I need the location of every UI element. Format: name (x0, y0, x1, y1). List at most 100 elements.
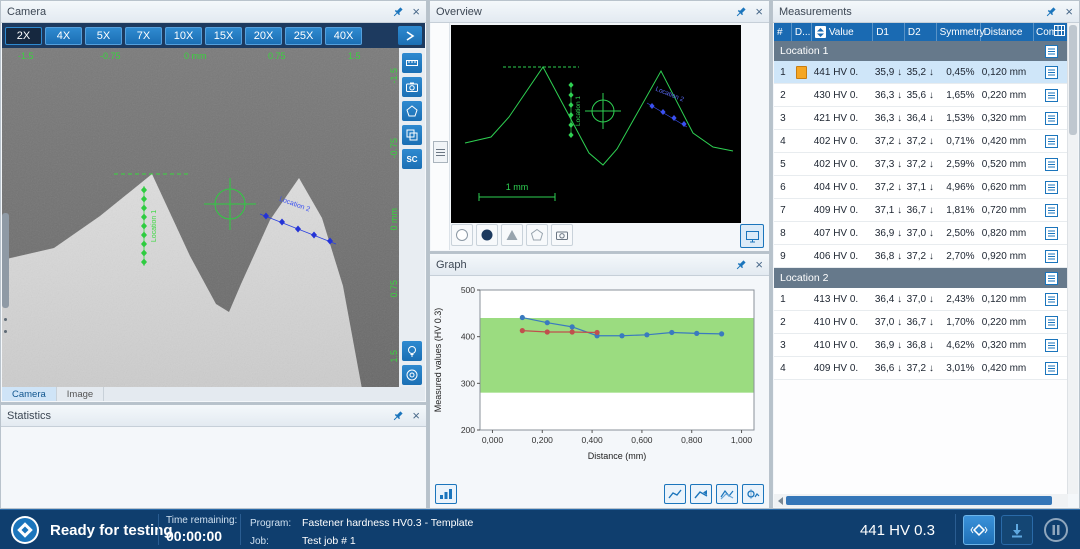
comment-button[interactable] (1034, 112, 1068, 125)
close-icon[interactable]: × (755, 5, 763, 18)
magnification-next-button[interactable] (398, 26, 422, 45)
row-number: 5 (774, 159, 792, 170)
overview-map[interactable]: Location 1 Location 2 1 mm (451, 25, 741, 223)
circle-filled-icon[interactable] (476, 224, 498, 246)
magnification-7x-button[interactable]: 7X (125, 27, 162, 45)
triangle-icon[interactable] (501, 224, 523, 246)
close-icon[interactable]: × (412, 5, 420, 18)
sc-button[interactable]: SC (402, 149, 422, 169)
comment-button[interactable] (1034, 250, 1068, 263)
close-icon[interactable]: × (1065, 5, 1073, 18)
measurement-row[interactable]: 5402 HV 0.37,3 ↓37,2 ↓2,59%0,520 mm (774, 153, 1068, 176)
polygon-icon[interactable] (526, 224, 548, 246)
splitter-handle[interactable] (2, 213, 9, 308)
measurement-row[interactable]: 4402 HV 0.37,2 ↓37,2 ↓0,71%0,420 mm (774, 130, 1068, 153)
pin-icon[interactable] (392, 410, 404, 422)
group-comment-button[interactable] (1034, 272, 1068, 285)
column-d1[interactable]: D1 (873, 23, 905, 41)
measurement-row[interactable]: 9406 HV 0.36,8 ↓37,2 ↓2,70%0,920 mm (774, 245, 1068, 268)
measurement-row[interactable]: 6404 HV 0.37,2 ↓37,1 ↓4,96%0,620 mm (774, 176, 1068, 199)
overview-expander-handle[interactable] (433, 141, 448, 163)
measurement-row[interactable]: 4409 HV 0.36,6 ↓37,2 ↓3,01%0,420 mm (774, 357, 1068, 380)
comment-button[interactable] (1034, 89, 1068, 102)
comment-button[interactable] (1034, 362, 1068, 375)
pin-icon[interactable] (735, 259, 747, 271)
scrollbar-thumb[interactable] (1069, 25, 1077, 135)
line-chart-icon[interactable] (664, 484, 686, 504)
magnification-20x-button[interactable]: 20X (245, 27, 282, 45)
measurement-row[interactable]: 2430 HV 0.36,3 ↓35,6 ↓1,65%0,220 mm (774, 84, 1068, 107)
current-result: 441 HV 0.3 (845, 522, 950, 539)
export-button[interactable] (1001, 515, 1033, 545)
column-chooser-icon[interactable] (1054, 25, 1065, 39)
measurement-row[interactable]: 2410 HV 0.37,0 ↓36,7 ↓1,70%0,220 mm (774, 311, 1068, 334)
tab-camera[interactable]: Camera (2, 387, 57, 401)
column-comment[interactable]: Comme. (1034, 23, 1068, 41)
column-d[interactable]: D... (792, 23, 812, 41)
magnification-4x-button[interactable]: 4X (45, 27, 82, 45)
comment-button[interactable] (1034, 181, 1068, 194)
hardness-value: 409 HV 0. (812, 363, 874, 374)
comment-button[interactable] (1034, 66, 1068, 79)
comment-button[interactable] (1034, 135, 1068, 148)
group-header-row[interactable]: Location 2 (774, 268, 1068, 288)
magnification-5x-button[interactable]: 5X (85, 27, 122, 45)
column-d2[interactable]: D2 (905, 23, 937, 41)
snapshot-icon[interactable] (551, 224, 573, 246)
comment-button[interactable] (1034, 339, 1068, 352)
magnification-25x-button[interactable]: 25X (285, 27, 322, 45)
pin-icon[interactable] (1045, 6, 1057, 18)
measurement-row[interactable]: 1441 HV 0.35,9 ↓35,2 ↓0,45%0,120 mm (774, 61, 1068, 84)
vertical-scrollbar[interactable] (1067, 23, 1078, 494)
illumination-icon[interactable] (402, 341, 422, 361)
comment-button[interactable] (1034, 204, 1068, 217)
multi-series-icon[interactable] (716, 484, 738, 504)
measurement-row[interactable]: 8407 HV 0.36,9 ↓37,0 ↓2,50%0,820 mm (774, 222, 1068, 245)
tab-image[interactable]: Image (57, 387, 104, 401)
scrollbar-thumb[interactable] (786, 496, 1052, 505)
column-distance[interactable]: Distance (981, 23, 1034, 41)
close-icon[interactable]: × (412, 409, 420, 422)
magnification-10x-button[interactable]: 10X (165, 27, 202, 45)
close-icon[interactable]: × (755, 258, 763, 271)
symmetry-value: 4,96% (937, 182, 981, 193)
svg-text:400: 400 (461, 332, 475, 342)
chart-mode-icon[interactable] (435, 484, 457, 504)
measurement-row[interactable]: 3410 HV 0.36,9 ↓36,8 ↓4,62%0,320 mm (774, 334, 1068, 357)
sort-icon[interactable] (815, 26, 826, 38)
statistics-panel-header: Statistics × (1, 405, 426, 427)
start-test-button[interactable] (963, 515, 995, 545)
comment-button[interactable] (1034, 316, 1068, 329)
pause-button[interactable] (1043, 517, 1069, 548)
overlay-icon[interactable] (402, 125, 422, 145)
magnification-2x-button[interactable]: 2X (5, 27, 42, 45)
column-value[interactable]: Value (812, 23, 873, 41)
fullscreen-icon[interactable] (740, 224, 764, 248)
snapshot-icon[interactable] (402, 77, 422, 97)
measurement-row[interactable]: 3421 HV 0.36,3 ↓36,4 ↓1,53%0,320 mm (774, 107, 1068, 130)
comment-button[interactable] (1034, 293, 1068, 306)
pin-icon[interactable] (735, 6, 747, 18)
magnification-40x-button[interactable]: 40X (325, 27, 362, 45)
comment-button[interactable] (1034, 227, 1068, 240)
magnification-15x-button[interactable]: 15X (205, 27, 242, 45)
measurement-row[interactable]: 1413 HV 0.36,4 ↓37,0 ↓2,43%0,120 mm (774, 288, 1068, 311)
d1-value: 37,2 ↓ (873, 136, 905, 147)
surface-icon[interactable] (402, 101, 422, 121)
horizontal-scrollbar[interactable] (774, 494, 1068, 507)
measurement-row[interactable]: 7409 HV 0.37,1 ↓36,7 ↓1,81%0,720 mm (774, 199, 1068, 222)
row-number: 2 (774, 317, 792, 328)
camera-live-view[interactable]: Location 1 Location 2 -1.5-0.750 mm0.751… (2, 48, 401, 389)
chart-export-icon[interactable] (690, 484, 712, 504)
group-header-row[interactable]: Location 1 (774, 41, 1068, 61)
comment-button[interactable] (1034, 158, 1068, 171)
group-comment-button[interactable] (1034, 45, 1068, 58)
pin-icon[interactable] (392, 6, 404, 18)
chart-settings-icon[interactable] (742, 484, 764, 504)
autofocus-icon[interactable] (402, 365, 422, 385)
scroll-left-arrow[interactable] (774, 494, 786, 507)
scale-bar-icon[interactable] (402, 53, 422, 73)
circle-outline-icon[interactable] (451, 224, 473, 246)
column-number[interactable]: # (774, 23, 792, 41)
column-symmetry[interactable]: Symmetry (937, 23, 981, 41)
